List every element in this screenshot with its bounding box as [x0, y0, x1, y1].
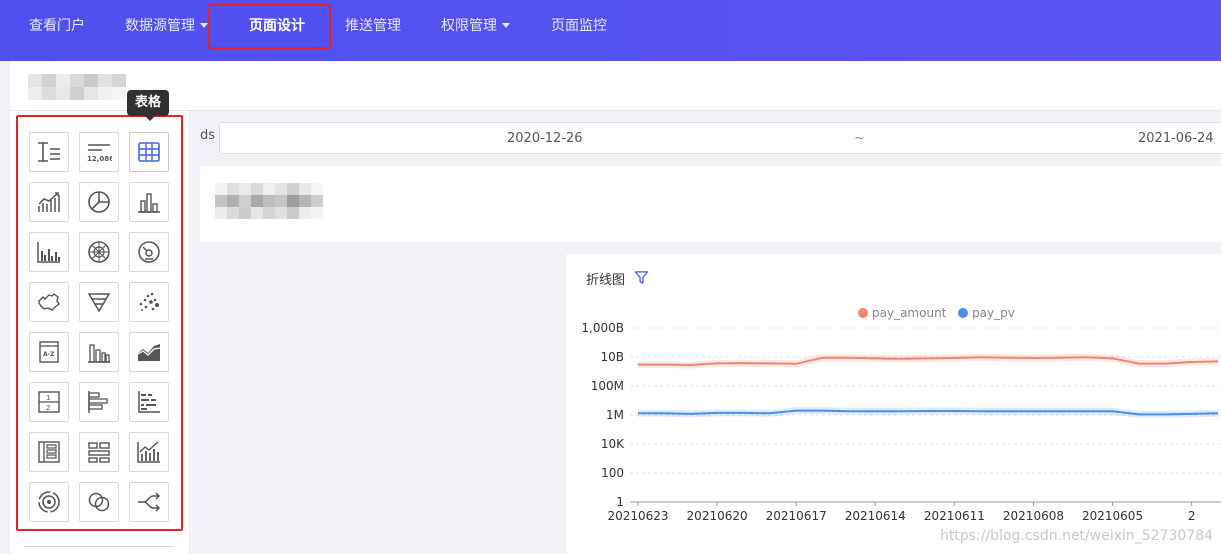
component-grid-layout[interactable]: [79, 432, 119, 472]
gauge-icon: [138, 241, 160, 263]
blurred-title: [28, 74, 126, 100]
component-line-chart[interactable]: [29, 182, 69, 222]
horizontal-bar-icon: [88, 391, 108, 413]
component-combo-chart[interactable]: [129, 432, 169, 472]
component-radar[interactable]: [79, 232, 119, 272]
line-chart: 1 100 10K 1M 100M 10B 1,000B 20210623 20210620 20…: [581, 306, 1221, 523]
bar-chart-icon: [138, 193, 160, 213]
nav-item-monitor[interactable]: 页面监控: [551, 0, 607, 52]
nav-item-portal[interactable]: 查看门户: [29, 0, 85, 52]
component-ring[interactable]: [29, 482, 69, 522]
component-table[interactable]: [129, 132, 169, 172]
legend-label: pay_amount: [872, 306, 947, 320]
line-chart-icon: [38, 192, 60, 212]
x-tick-label: 20210611: [924, 509, 985, 523]
component-grouped-bar[interactable]: [29, 232, 69, 272]
x-tick-label: 20210614: [845, 509, 906, 523]
radar-icon: [88, 241, 110, 263]
china-map-icon: [38, 293, 60, 311]
x-tick-label: 20210605: [1082, 509, 1143, 523]
highlight-box: [208, 4, 331, 49]
stacked-horizontal-bar-icon: [138, 391, 160, 413]
component-pie-chart[interactable]: [79, 182, 119, 222]
column-icon: [88, 344, 110, 363]
grid-layout-icon: [88, 442, 110, 463]
nav-item-datasource[interactable]: 数据源管理: [125, 0, 208, 52]
svg-text:1: 1: [46, 394, 50, 402]
sankey-icon: [138, 492, 161, 512]
component-number[interactable]: 12,086: [79, 132, 119, 172]
svg-text:2: 2: [46, 404, 50, 412]
nav-item-push[interactable]: 推送管理: [345, 0, 401, 52]
combo-chart-icon: [137, 441, 160, 463]
component-fraction[interactable]: 12: [29, 382, 69, 422]
component-word-cloud[interactable]: A-Z: [29, 332, 69, 372]
range-end-date[interactable]: 2021-06-24: [1138, 131, 1214, 146]
table-icon: [138, 142, 160, 162]
watermark: https://blog.csdn.net/weixin_52730784: [940, 528, 1214, 544]
x-tick-label: 2: [1188, 509, 1196, 523]
nav-item-permission[interactable]: 权限管理: [441, 0, 510, 52]
x-tick-label: 20210623: [607, 509, 668, 523]
word-cloud-icon: A-Z: [39, 341, 59, 363]
legend-label: pay_pv: [972, 306, 1015, 320]
chart-title: 折线图: [586, 273, 626, 288]
area-chart-icon: [137, 344, 161, 361]
x-tick-label: 20210608: [1003, 509, 1064, 523]
number-icon: 12,086: [87, 144, 112, 163]
y-tick-label: 100M: [591, 379, 624, 393]
venn-icon: [88, 492, 110, 512]
legend-marker: [958, 308, 968, 318]
grouped-bar-icon: [37, 242, 60, 263]
component-gauge[interactable]: [129, 232, 169, 272]
component-layout[interactable]: [29, 432, 69, 472]
component-area-chart[interactable]: [129, 332, 169, 372]
text-icon: [38, 142, 60, 162]
funnel-icon: [87, 293, 111, 313]
tooltip: 表格: [127, 90, 170, 121]
filter-icon[interactable]: [634, 270, 649, 285]
chevron-down-icon: [502, 22, 510, 28]
ring-icon: [38, 491, 60, 513]
content-card: [200, 166, 1221, 242]
component-stacked-horizontal-bar[interactable]: [129, 382, 169, 422]
x-tick-label: 20210620: [687, 509, 748, 523]
y-tick-label: 10K: [601, 437, 625, 451]
date-range-picker[interactable]: 2020-12-26 ~ 2021-06-24: [219, 122, 1221, 154]
y-tick-label: 1: [616, 495, 624, 509]
layout-icon: [38, 441, 60, 463]
component-sankey[interactable]: [129, 482, 169, 522]
component-horizontal-bar[interactable]: [79, 382, 119, 422]
range-separator: ~: [854, 131, 865, 146]
component-bar-chart[interactable]: [129, 182, 169, 222]
y-tick-label: 1,000B: [581, 321, 624, 335]
component-column[interactable]: [79, 332, 119, 372]
y-tick-label: 100: [601, 466, 624, 480]
svg-text:12,086: 12,086: [87, 155, 112, 163]
svg-text:A-Z: A-Z: [43, 351, 55, 358]
filter-label: ds: [200, 128, 216, 143]
blurred-content: [215, 183, 323, 219]
page-header: [10, 61, 1221, 111]
range-start-date[interactable]: 2020-12-26: [507, 131, 583, 146]
legend-marker: [858, 308, 868, 318]
chevron-down-icon: [200, 22, 208, 28]
x-tick-label: 20210617: [766, 509, 827, 523]
y-tick-label: 10B: [600, 350, 624, 364]
component-map[interactable]: [29, 282, 69, 322]
fraction-icon: 12: [38, 391, 60, 413]
component-scatter[interactable]: [129, 282, 169, 322]
top-nav: 查看门户 数据源管理 页面设计 推送管理 权限管理 页面监控: [0, 0, 1221, 61]
component-venn[interactable]: [79, 482, 119, 522]
panel-divider: [24, 546, 174, 547]
component-funnel[interactable]: [79, 282, 119, 322]
pie-chart-icon: [88, 191, 110, 213]
y-tick-label: 1M: [606, 408, 624, 422]
scatter-icon: [139, 292, 159, 311]
component-text[interactable]: [29, 132, 69, 172]
